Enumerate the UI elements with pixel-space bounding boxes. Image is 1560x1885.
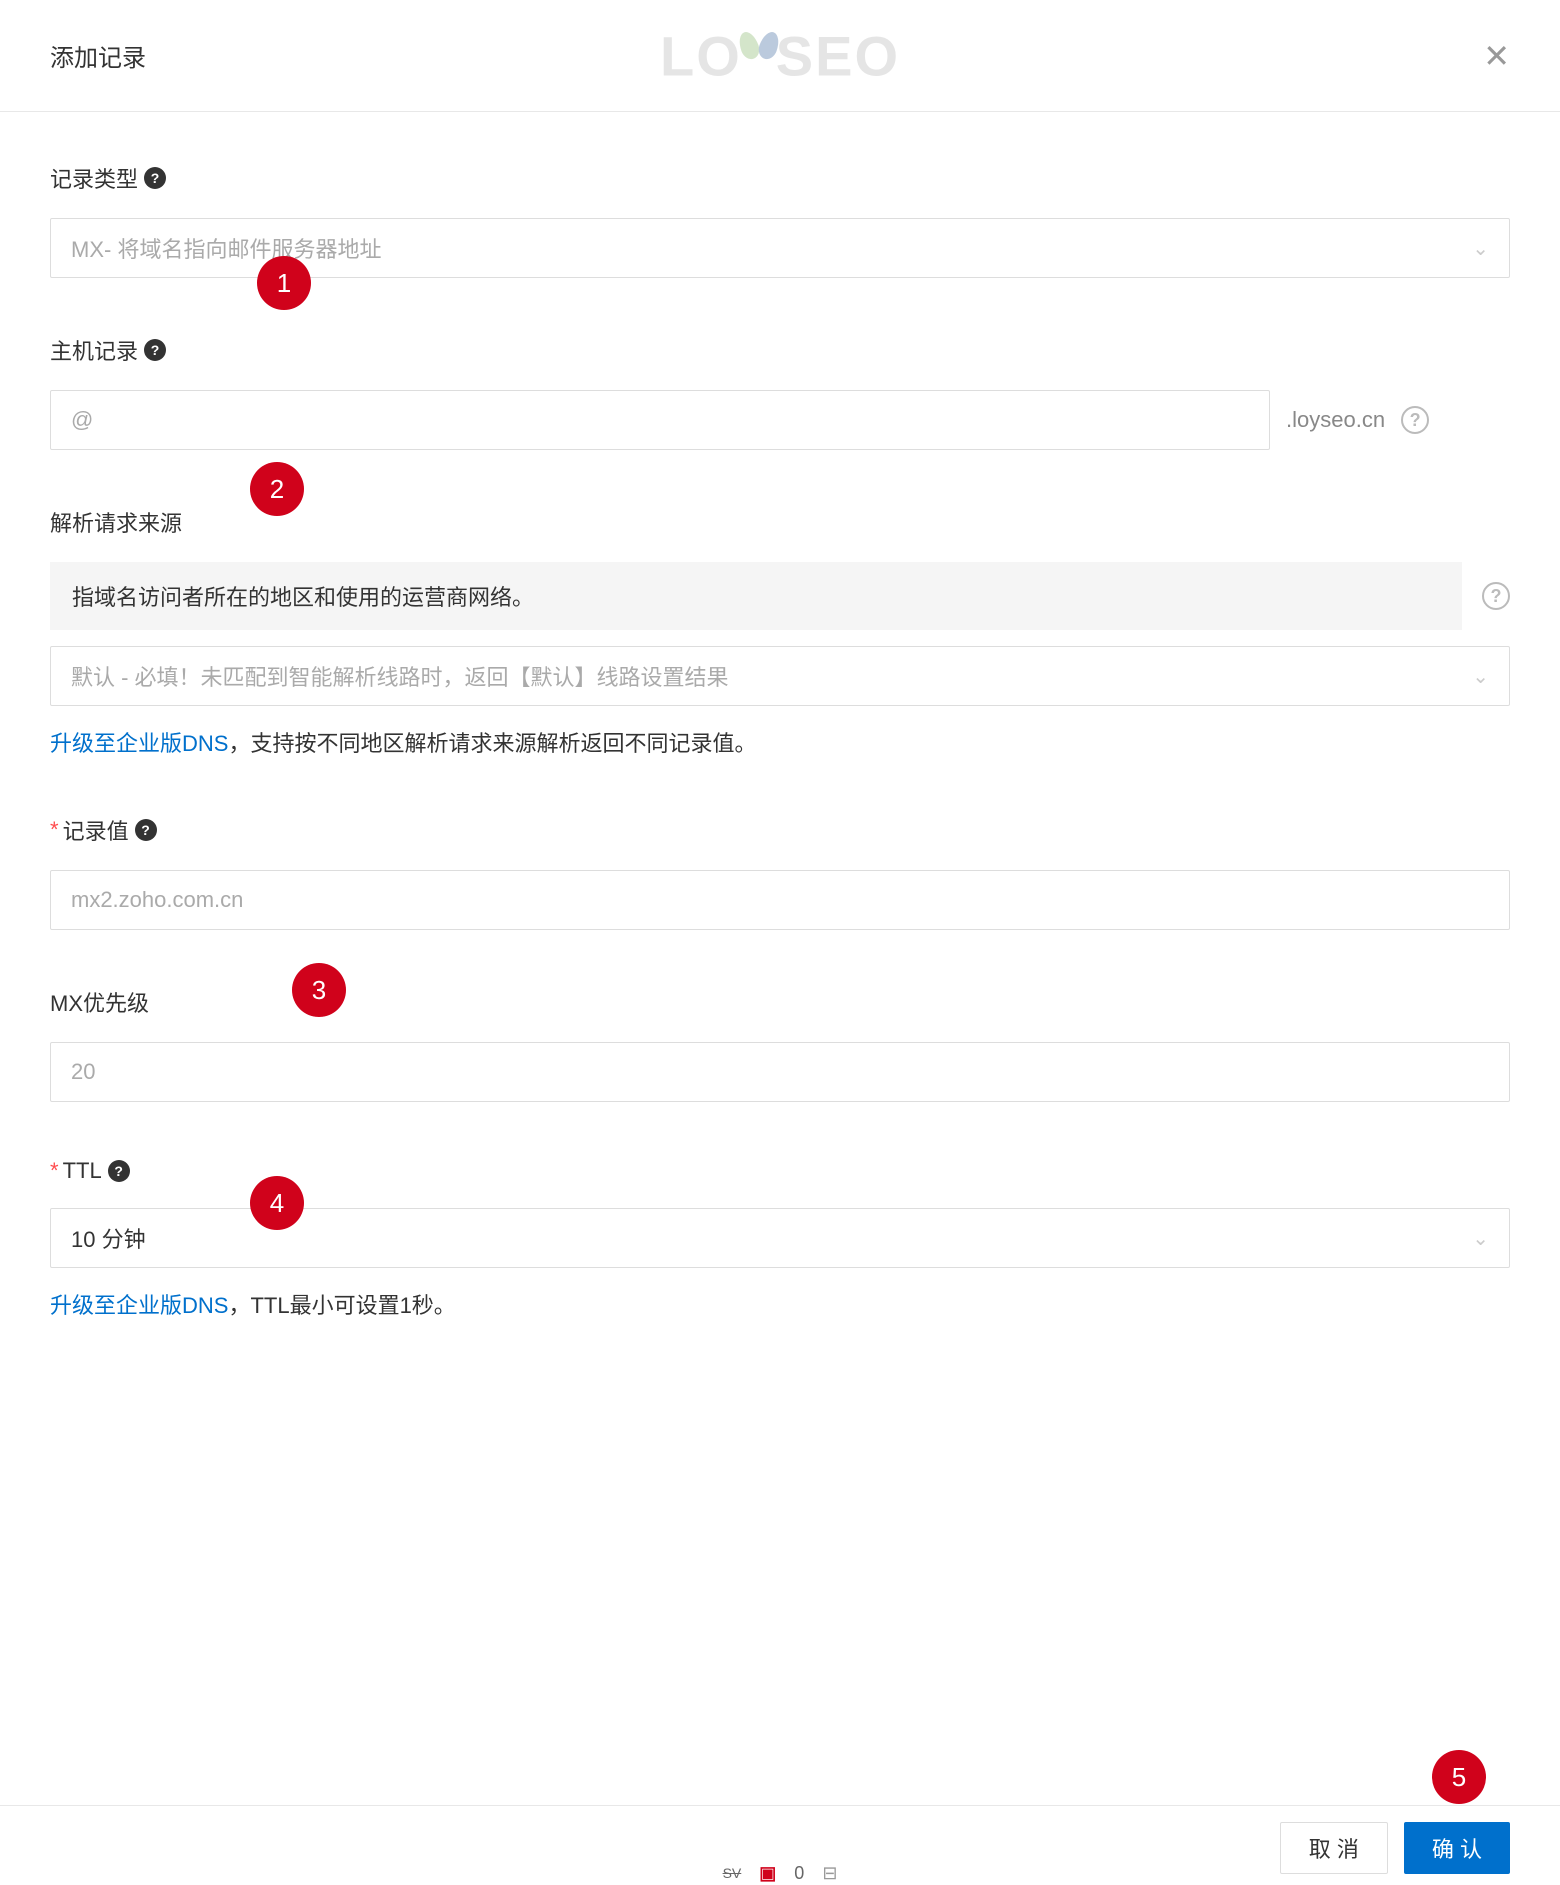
record-type-label: 记录类型 ? <box>50 162 1510 194</box>
chevron-down-icon: ⌄ <box>1472 1226 1489 1251</box>
help-outline-icon[interactable]: ? <box>1401 406 1429 434</box>
dialog-header: 添加记录 LO SEO ✕ <box>0 0 1560 112</box>
mx-priority-input[interactable] <box>50 1042 1510 1102</box>
mx-priority-label: MX优先级 <box>50 986 1510 1018</box>
dialog-title: 添加记录 <box>50 38 146 73</box>
annotation-badge-4: 4 <box>250 1176 304 1230</box>
watermark-logo: LO SEO <box>660 23 900 88</box>
required-mark: * <box>50 1158 59 1184</box>
help-icon[interactable]: ? <box>144 167 166 189</box>
record-value-label: * 记录值 ? <box>50 814 1510 846</box>
required-mark: * <box>50 817 59 843</box>
annotation-badge-3: 3 <box>292 963 346 1017</box>
ttl-value: 10 分钟 <box>71 1222 146 1254</box>
confirm-button[interactable]: 确 认 <box>1404 1822 1510 1874</box>
logo-y-icon <box>738 28 780 84</box>
host-record-row: .loyseo.cn ? <box>50 390 1510 450</box>
host-record-label: 主机记录 ? <box>50 334 1510 366</box>
help-outline-icon[interactable]: ? <box>1482 582 1510 610</box>
chevron-down-icon: ⌄ <box>1472 236 1489 261</box>
upgrade-dns-link[interactable]: 升级至企业版DNS <box>50 1293 228 1318</box>
record-value-group: * 记录值 ? <box>50 814 1510 930</box>
help-icon[interactable]: ? <box>135 819 157 841</box>
request-source-hint: 升级至企业版DNS，支持按不同地区解析请求来源解析返回不同记录值。 <box>50 726 1510 758</box>
help-icon[interactable]: ? <box>108 1160 130 1182</box>
chevron-down-icon: ⌄ <box>1472 664 1489 689</box>
request-source-select[interactable]: 默认 - 必填！未匹配到智能解析线路时，返回【默认】线路设置结果 ⌄ <box>50 646 1510 706</box>
statusbar-partial: SV ▣ 0 ⊟ <box>723 1861 838 1885</box>
upgrade-dns-link[interactable]: 升级至企业版DNS <box>50 731 228 756</box>
request-source-value: 默认 - 必填！未匹配到智能解析线路时，返回【默认】线路设置结果 <box>71 660 729 692</box>
domain-suffix: .loyseo.cn <box>1286 407 1385 433</box>
dialog-content: 记录类型 ? MX- 将域名指向邮件服务器地址 ⌄ 主机记录 ? .loyseo… <box>0 112 1560 1320</box>
ttl-hint: 升级至企业版DNS，TTL最小可设置1秒。 <box>50 1288 1510 1320</box>
close-icon[interactable]: ✕ <box>1483 37 1510 75</box>
annotation-badge-1: 1 <box>257 256 311 310</box>
mx-priority-group: MX优先级 <box>50 986 1510 1102</box>
host-record-input[interactable] <box>50 390 1270 450</box>
annotation-badge-2: 2 <box>250 462 304 516</box>
cancel-button[interactable]: 取 消 <box>1280 1822 1388 1874</box>
record-type-value: MX- 将域名指向邮件服务器地址 <box>71 232 381 264</box>
request-source-group: 解析请求来源 指域名访问者所在的地区和使用的运营商网络。 ? 默认 - 必填！未… <box>50 506 1510 758</box>
record-value-input[interactable] <box>50 870 1510 930</box>
help-icon[interactable]: ? <box>144 339 166 361</box>
annotation-badge-5: 5 <box>1432 1750 1486 1804</box>
host-record-group: 主机记录 ? .loyseo.cn ? <box>50 334 1510 450</box>
request-source-info: 指域名访问者所在的地区和使用的运营商网络。 <box>50 562 1462 630</box>
request-source-info-wrap: 指域名访问者所在的地区和使用的运营商网络。 ? <box>50 562 1510 630</box>
